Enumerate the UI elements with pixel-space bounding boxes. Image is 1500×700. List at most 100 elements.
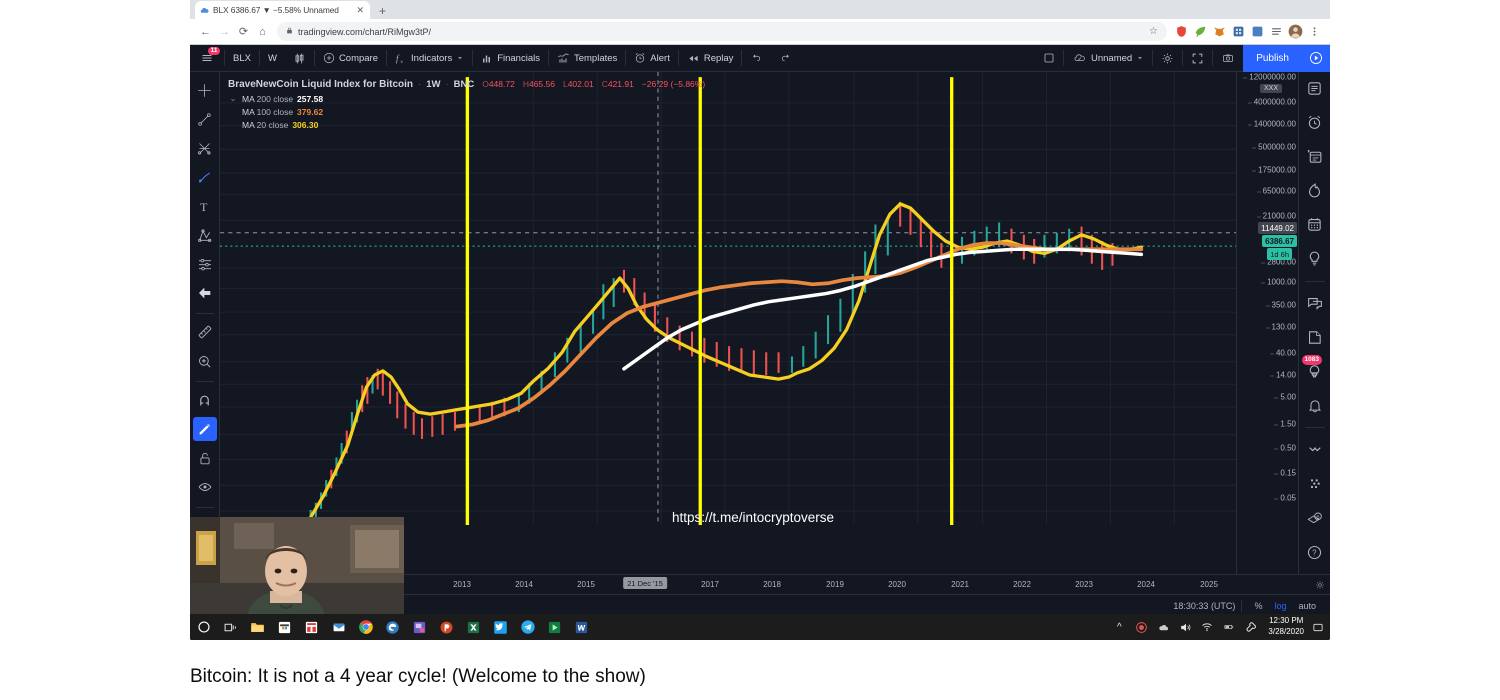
auto-scale-button[interactable]: auto <box>1292 601 1322 611</box>
publish-play-button[interactable] <box>1302 44 1330 72</box>
watchlist-icon[interactable] <box>1302 77 1328 101</box>
powerpoint-icon[interactable] <box>433 614 460 640</box>
templates-button[interactable]: Templates <box>549 45 625 72</box>
interval-button[interactable]: W <box>260 45 285 72</box>
chart-main-area: T BraveNewCoin Liquid Index for Bitcoin … <box>190 72 1330 574</box>
publish-button[interactable]: Publish <box>1243 44 1302 72</box>
zoom-in-tool-icon[interactable] <box>193 349 217 373</box>
time-scale-gear-icon[interactable] <box>1315 580 1325 592</box>
price-scale[interactable]: XXX 12000000.00 4000000.00 1400000.00 50… <box>1236 72 1298 574</box>
clock[interactable]: 12:30 PM 3/28/2020 <box>1262 616 1310 638</box>
onedrive-icon[interactable] <box>1152 614 1174 640</box>
excel-icon[interactable] <box>460 614 487 640</box>
gear-icon[interactable] <box>1153 45 1182 72</box>
log-scale-button[interactable]: log <box>1268 601 1292 611</box>
alerts-clock-icon[interactable] <box>1302 111 1328 135</box>
bookmark-star-icon[interactable]: ☆ <box>1149 26 1158 37</box>
reload-icon[interactable]: ⟳ <box>234 22 253 41</box>
mail-icon[interactable] <box>325 614 352 640</box>
hotlist-icon[interactable] <box>1302 179 1328 203</box>
compare-button[interactable]: Compare <box>315 45 386 72</box>
fullscreen-icon[interactable] <box>1183 45 1212 72</box>
percent-scale-button[interactable]: % <box>1248 601 1268 611</box>
close-icon[interactable]: ✕ <box>355 5 365 15</box>
arrow-tool-icon[interactable] <box>193 281 217 305</box>
obs-icon[interactable] <box>406 614 433 640</box>
financials-button[interactable]: Financials <box>473 45 548 72</box>
new-tab-button[interactable]: + <box>379 5 386 17</box>
help-icon[interactable]: ? <box>1302 540 1328 564</box>
chevron-down-icon[interactable]: ⌄ <box>228 93 238 105</box>
patterns-tool-icon[interactable] <box>193 223 217 247</box>
home-icon[interactable]: ⌂ <box>253 22 272 41</box>
calendar-icon[interactable] <box>1302 213 1328 237</box>
ideas-bulb-icon[interactable] <box>1302 247 1328 271</box>
microsoft-store-icon[interactable] <box>271 614 298 640</box>
browser-tab[interactable]: BLX 6386.67 ▼ −5.58% Unnamed ✕ <box>195 1 370 19</box>
volume-icon[interactable] <box>1174 614 1196 640</box>
chart-region[interactable]: BraveNewCoin Liquid Index for Bitcoin · … <box>220 72 1298 574</box>
magnet-tool-icon[interactable] <box>193 388 217 412</box>
forecast-tool-icon[interactable] <box>193 252 217 276</box>
data-window-icon[interactable] <box>1302 145 1328 169</box>
main-menu-button[interactable]: 11 <box>190 45 224 72</box>
drawing-mode-icon[interactable] <box>192 417 217 441</box>
replay-button[interactable]: Replay <box>679 45 742 72</box>
chart-layout-name-button[interactable]: Unnamed <box>1064 45 1152 72</box>
measure-tool-icon[interactable] <box>193 320 217 344</box>
battery-icon[interactable] <box>1218 614 1240 640</box>
action-center-icon[interactable] <box>1310 614 1326 640</box>
symbol-button[interactable]: BLX <box>225 45 259 72</box>
crosshair-tool-icon[interactable] <box>193 78 217 102</box>
lock-drawings-icon[interactable] <box>193 446 217 470</box>
fox-ext-icon[interactable] <box>1211 23 1228 40</box>
movies-icon[interactable] <box>541 614 568 640</box>
following-icon[interactable] <box>1302 438 1328 462</box>
price-tick: 1000.00 <box>1261 277 1296 287</box>
layouts-icon[interactable] <box>1035 45 1063 72</box>
grid-ext-icon[interactable] <box>1230 23 1247 40</box>
notifications-bell-icon[interactable] <box>1302 393 1328 417</box>
menu-dots-icon[interactable] <box>1306 23 1323 40</box>
indicators-button[interactable]: fx Indicators <box>387 45 472 72</box>
forward-icon[interactable]: → <box>215 22 234 41</box>
price-tick: 40.00 <box>1269 348 1296 358</box>
stream-icon[interactable]: 1083 <box>1301 355 1328 383</box>
pitchfork-tool-icon[interactable] <box>193 136 217 160</box>
tray-chevron-icon[interactable]: ^ <box>1108 614 1130 640</box>
bitcoin-stack-icon[interactable]: B <box>1302 506 1328 530</box>
undo-button[interactable] <box>742 45 771 72</box>
cortana-circle-icon[interactable] <box>190 614 217 640</box>
omnibox[interactable]: tradingview.com/chart/RiMgw3tP/ ☆ <box>277 22 1167 41</box>
edge-icon[interactable] <box>379 614 406 640</box>
wifi-icon[interactable] <box>1196 614 1218 640</box>
task-view-icon[interactable] <box>217 614 244 640</box>
gift-box-icon[interactable] <box>298 614 325 640</box>
recording-icon[interactable] <box>1130 614 1152 640</box>
hide-drawings-icon[interactable] <box>193 475 217 499</box>
candle-style-icon[interactable] <box>285 45 314 72</box>
price-tick: 350.00 <box>1265 300 1296 310</box>
settings-icon[interactable] <box>1240 614 1262 640</box>
bird-ext-icon[interactable] <box>1192 23 1209 40</box>
word-icon[interactable] <box>568 614 595 640</box>
chat-icon[interactable] <box>1302 292 1328 316</box>
alert-button[interactable]: Alert <box>626 45 678 72</box>
back-icon[interactable]: ← <box>196 22 215 41</box>
text-tool-icon[interactable]: T <box>193 194 217 218</box>
list-ext-icon[interactable] <box>1268 23 1285 40</box>
trend-line-tool-icon[interactable] <box>193 107 217 131</box>
file-explorer-icon[interactable] <box>244 614 271 640</box>
twitter-icon[interactable] <box>487 614 514 640</box>
blocks-icon[interactable] <box>1302 472 1328 496</box>
shield-ext-icon[interactable] <box>1173 23 1190 40</box>
private-chat-icon[interactable] <box>1302 325 1328 349</box>
brush-tool-icon[interactable] <box>193 165 217 189</box>
telegram-icon[interactable] <box>514 614 541 640</box>
chrome-icon[interactable] <box>352 614 379 640</box>
price-tick: 1400000.00 <box>1247 119 1296 129</box>
redo-button[interactable] <box>771 45 800 72</box>
camera-icon[interactable] <box>1213 45 1243 72</box>
puzzle-ext-icon[interactable] <box>1249 23 1266 40</box>
avatar-icon[interactable] <box>1287 23 1304 40</box>
